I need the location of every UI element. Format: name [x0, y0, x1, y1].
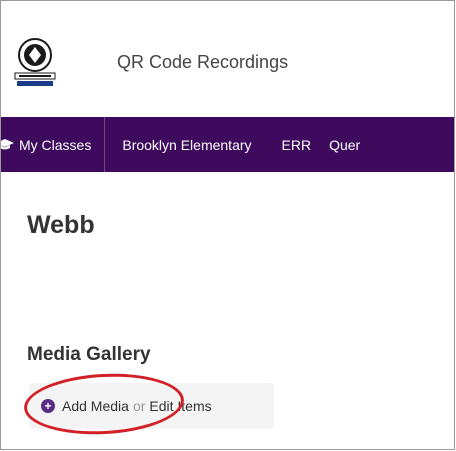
add-media-link[interactable]: Add Media — [62, 398, 129, 414]
media-gallery-title: Media Gallery — [27, 344, 151, 365]
media-gallery-toolbar: + Add Media or Edit Items — [29, 383, 274, 429]
nav-label-brooklyn-elementary: Brooklyn Elementary — [122, 136, 252, 153]
site-title[interactable]: QR Code Recordings — [117, 52, 288, 73]
edit-items-link[interactable]: Edit Items — [149, 398, 211, 414]
site-header: QR Code Recordings — [1, 1, 454, 117]
nav-label-quer: Quer — [329, 136, 361, 153]
or-separator: or — [132, 398, 146, 414]
main-navbar: My Classes Brooklyn Elementary ERR Quer — [1, 117, 454, 172]
nav-item-brooklyn-elementary[interactable]: Brooklyn Elementary — [105, 117, 267, 172]
nav-label-err: ERR — [281, 136, 312, 153]
nav-item-err[interactable]: ERR — [268, 117, 326, 172]
district-seal-logo-icon[interactable] — [13, 35, 57, 89]
plus-circle-icon[interactable]: + — [41, 399, 55, 413]
nav-item-quer[interactable]: Quer — [325, 117, 360, 172]
browser-frame: QR Code Recordings My Classes Brooklyn E… — [0, 0, 455, 450]
page-title: Webb — [27, 211, 95, 239]
nav-item-my-classes[interactable]: My Classes — [1, 117, 106, 172]
nav-label-my-classes: My Classes — [19, 136, 92, 153]
graduation-cap-icon — [1, 138, 14, 149]
